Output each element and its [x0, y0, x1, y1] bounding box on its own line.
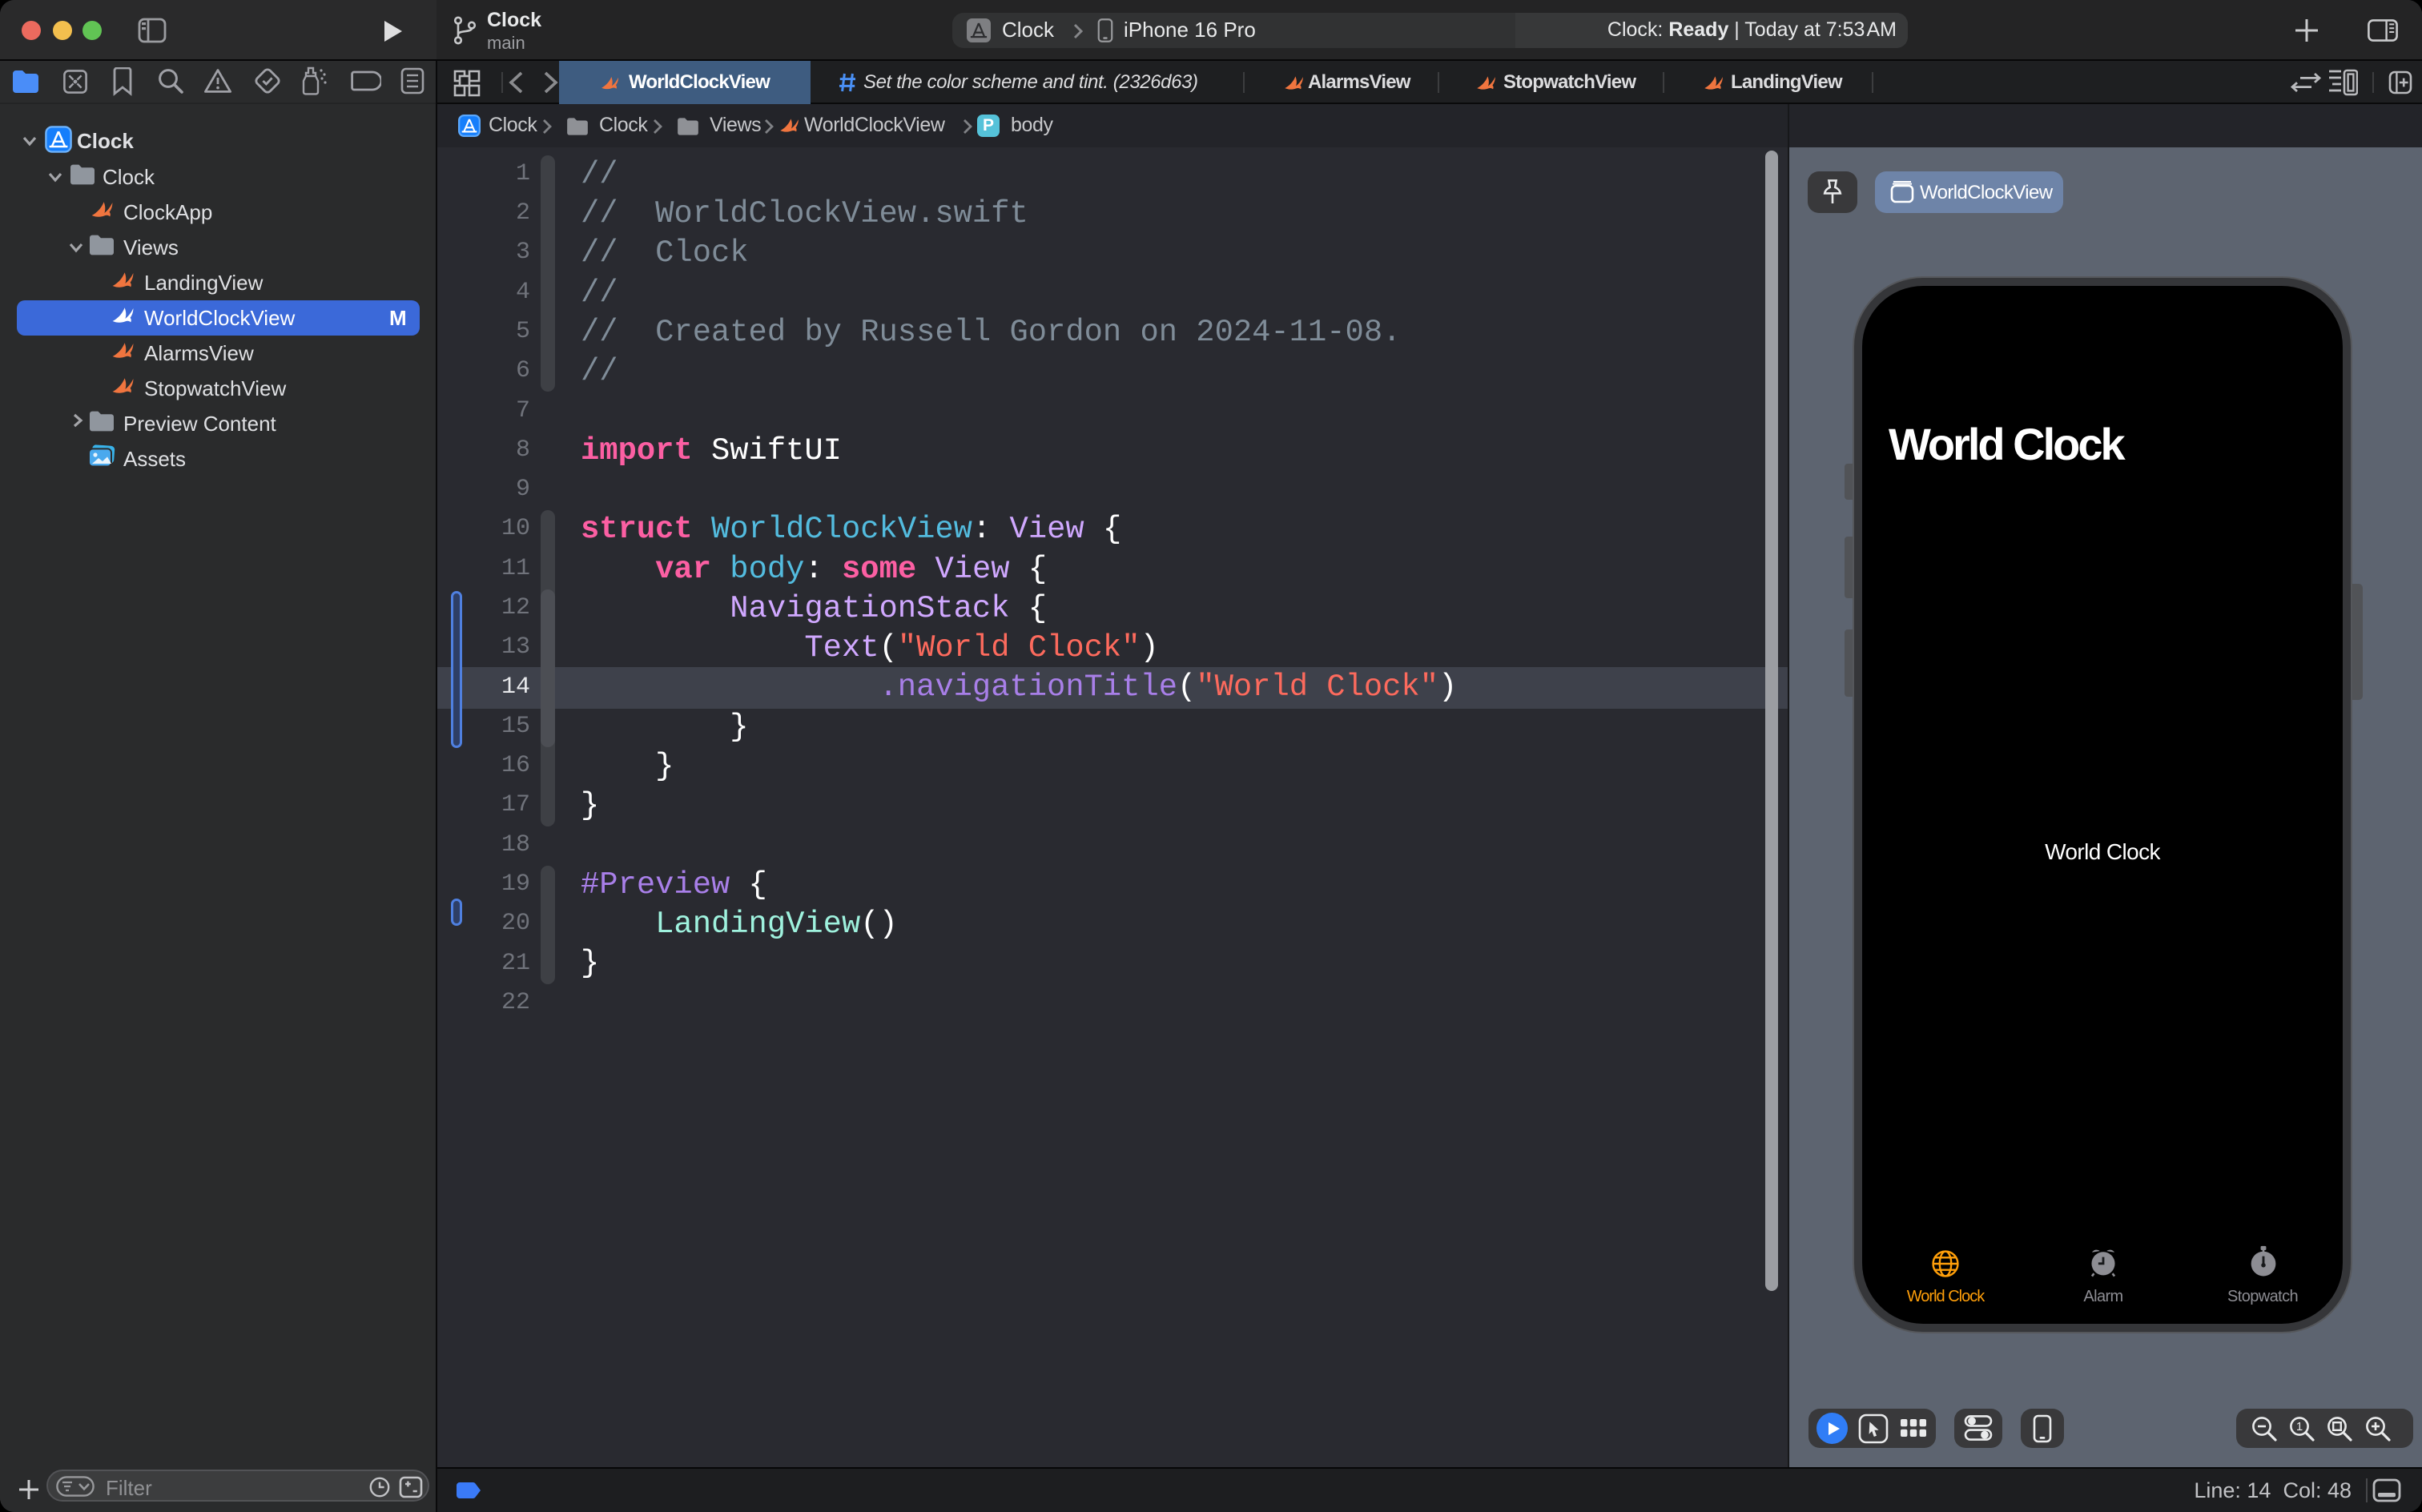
svg-text:1: 1 — [2296, 1420, 2303, 1434]
